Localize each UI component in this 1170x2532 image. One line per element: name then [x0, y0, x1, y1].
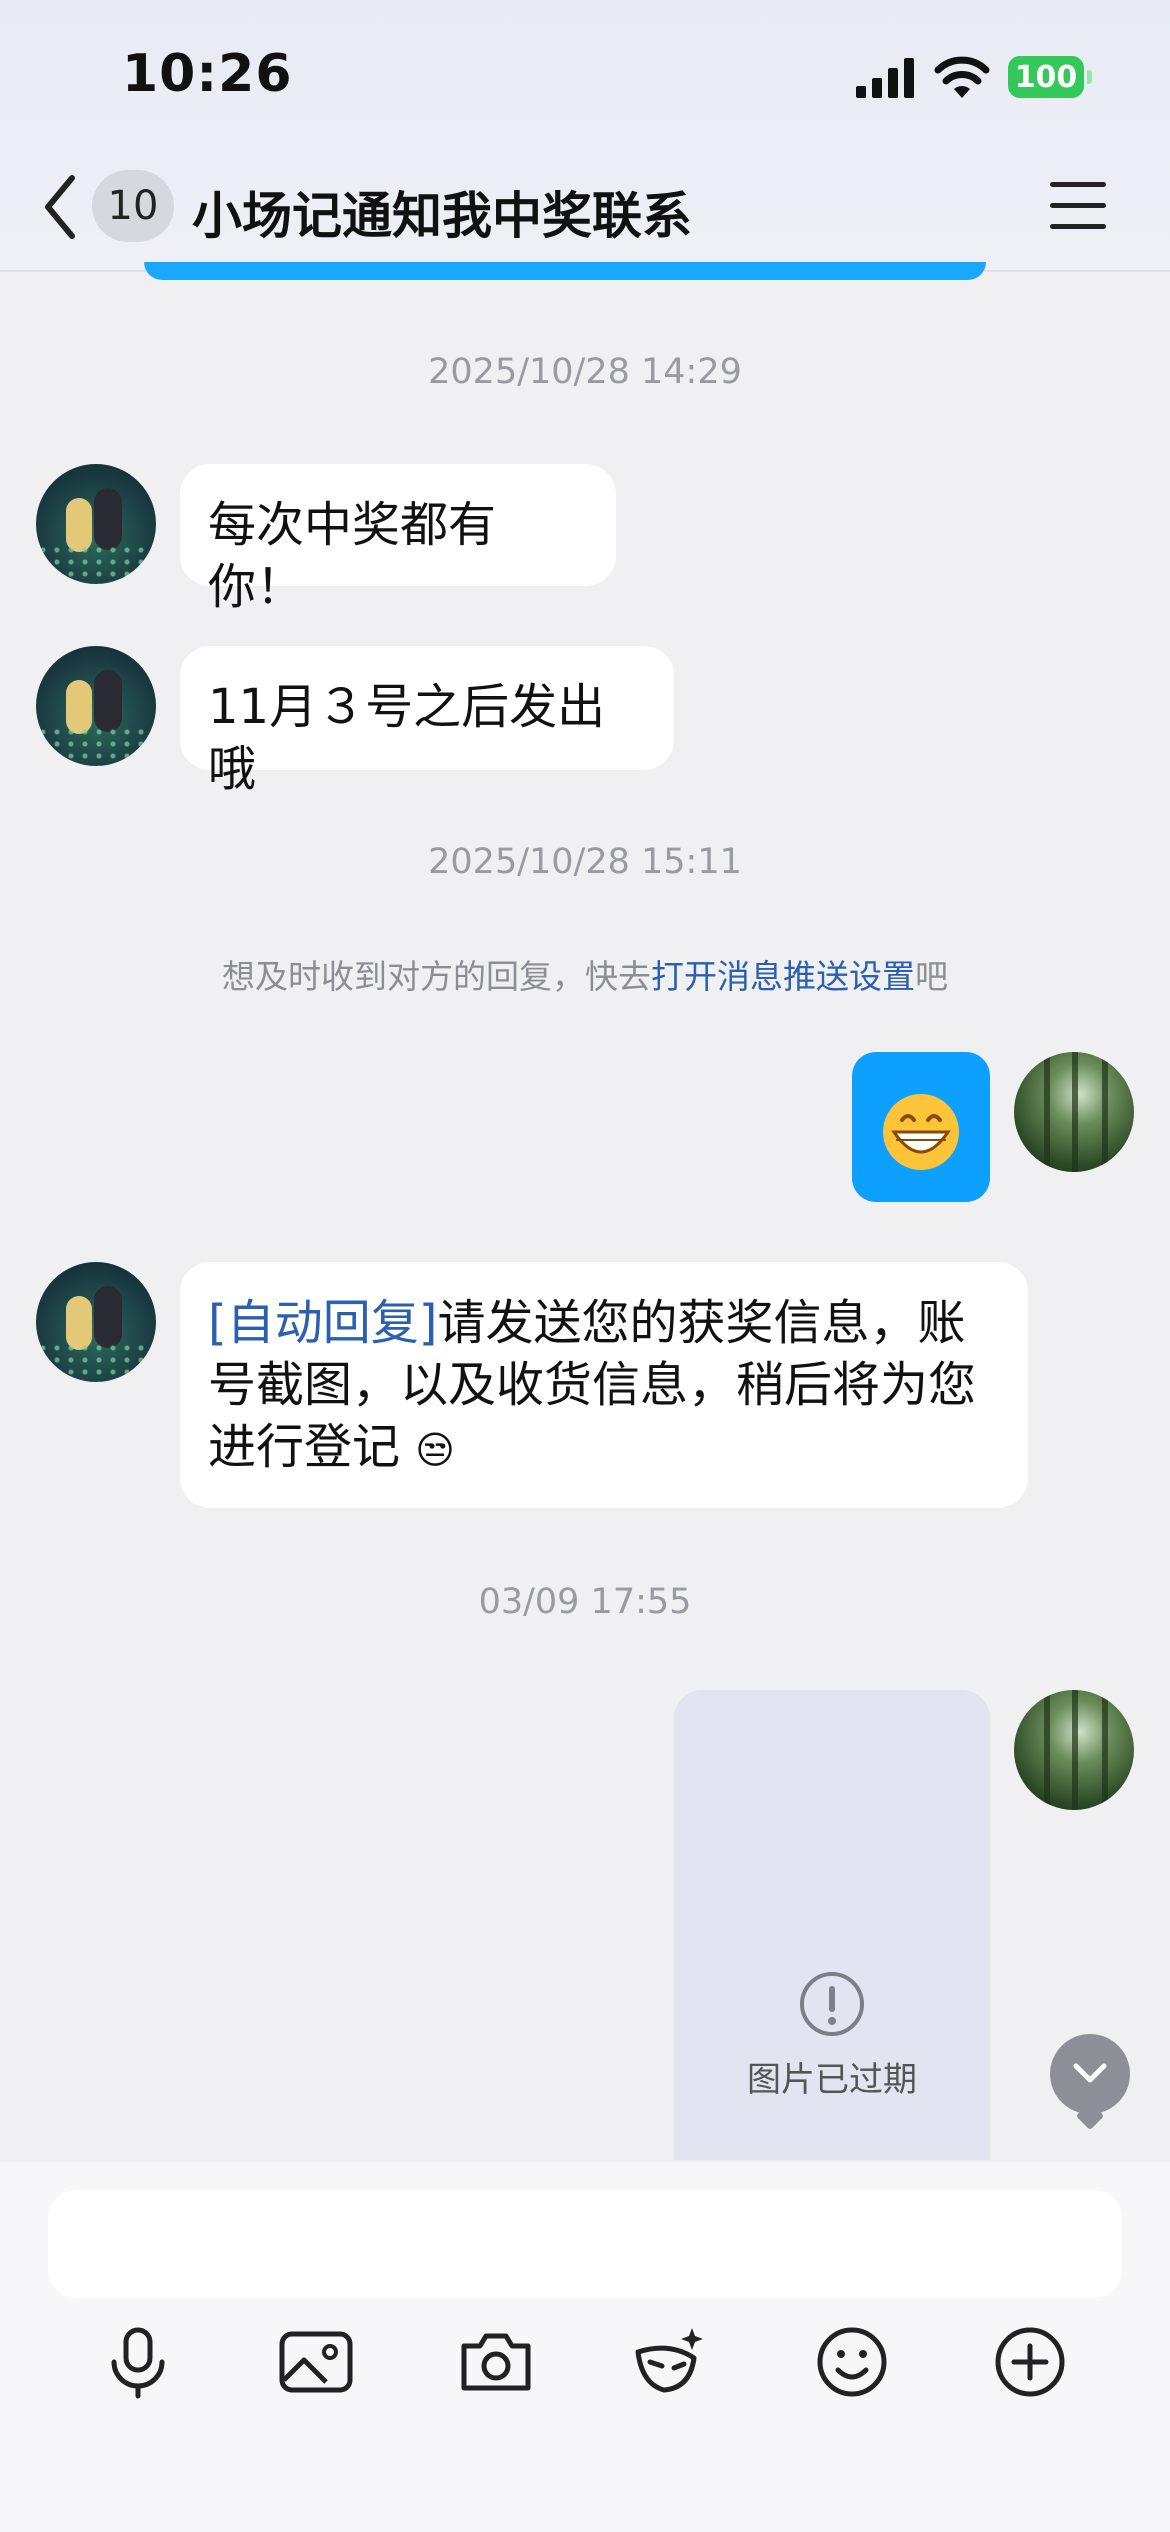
my-avatar[interactable]: [1014, 1052, 1134, 1172]
unread-count-badge[interactable]: 10: [92, 170, 174, 242]
top-bar: 10:26 100 10 小场记通知我中奖联系: [0, 0, 1170, 272]
chat-title: 小场记通知我中奖联系: [192, 187, 692, 245]
plus-icon[interactable]: [990, 2322, 1070, 2402]
message-input[interactable]: [48, 2190, 1122, 2298]
chevron-down-icon: [1073, 2063, 1107, 2083]
status-time: 10:26: [122, 44, 293, 104]
microphone-icon[interactable]: [98, 2322, 178, 2402]
contact-avatar[interactable]: [36, 646, 156, 766]
expired-image-message[interactable]: 图片已过期: [674, 1690, 990, 2160]
auto-reply-tag: [自动回复]: [208, 1295, 438, 1351]
contact-avatar[interactable]: [36, 1262, 156, 1382]
battery-indicator: 100: [1008, 56, 1084, 98]
auto-reply-bubble[interactable]: [自动回复]请发送您的获奖信息，账号截图，以及收货信息，稍后将为您进行登记 😒: [180, 1262, 1028, 1508]
smiley-icon[interactable]: [812, 2322, 892, 2402]
timestamp: 2025/10/28 14:29: [428, 352, 742, 392]
timestamp: 2025/10/28 15:11: [428, 842, 742, 882]
grinning-emoji-icon: [883, 1094, 959, 1170]
message-text: 每次中奖都有你！: [208, 497, 497, 615]
signal-icon: [856, 58, 914, 98]
exclamation-circle-icon: [800, 1972, 864, 2036]
image-icon[interactable]: [276, 2322, 356, 2402]
my-avatar[interactable]: [1014, 1690, 1134, 1810]
camera-icon[interactable]: [456, 2322, 536, 2402]
back-chevron-icon[interactable]: [40, 172, 80, 242]
outgoing-emoji-bubble[interactable]: [852, 1052, 990, 1202]
open-push-settings-link[interactable]: 打开消息推送设置: [651, 957, 915, 996]
expired-image-label: 图片已过期: [747, 2060, 917, 2100]
menu-icon[interactable]: [1050, 182, 1106, 232]
contact-avatar[interactable]: [36, 464, 156, 584]
scroll-to-bottom-button[interactable]: [1050, 2034, 1130, 2131]
message-text: 11月３号之后发出哦: [208, 679, 606, 797]
incoming-message-bubble[interactable]: 11月３号之后发出哦: [180, 646, 674, 797]
previous-message-edge: [144, 262, 986, 280]
ai-mask-icon[interactable]: [630, 2322, 710, 2402]
incoming-message-bubble[interactable]: 每次中奖都有你！: [180, 464, 616, 615]
composer-area: [0, 2162, 1170, 2532]
wifi-icon: [934, 56, 990, 98]
timestamp: 03/09 17:55: [478, 1582, 692, 1622]
unamused-emoji-icon: 😒: [415, 1428, 455, 1472]
tip-text-suffix: 吧: [915, 957, 948, 996]
push-notification-tip: 想及时收到对方的回复，快去打开消息推送设置吧: [0, 950, 1170, 998]
tip-text: 想及时收到对方的回复，快去: [222, 957, 651, 996]
battery-nub: [1087, 70, 1092, 84]
